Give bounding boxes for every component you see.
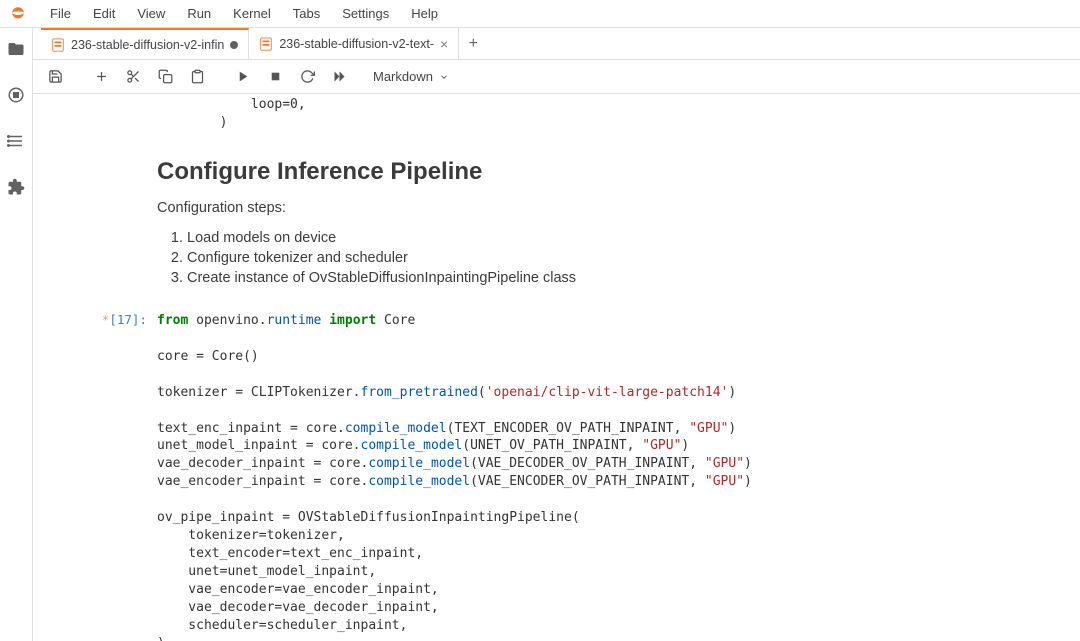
activity-bar	[0, 28, 33, 641]
unsaved-dot-icon	[230, 41, 238, 49]
menu-run[interactable]: Run	[177, 2, 221, 25]
copy-button[interactable]	[151, 64, 179, 90]
tab-bar: 236-stable-diffusion-v2-infin 236-stable…	[33, 28, 1080, 60]
toc-icon[interactable]	[7, 132, 25, 150]
menu-view[interactable]: View	[127, 2, 175, 25]
cell-type-label: Markdown	[373, 69, 433, 84]
content-area: 236-stable-diffusion-v2-infin 236-stable…	[33, 28, 1080, 641]
save-button[interactable]	[41, 64, 69, 90]
menu-help[interactable]: Help	[401, 2, 448, 25]
md-list: Load models on device Configure tokenize…	[187, 230, 1068, 286]
main-area: 236-stable-diffusion-v2-infin 236-stable…	[0, 28, 1080, 641]
list-item: Create instance of OvStableDiffusionInpa…	[187, 270, 1068, 286]
md-heading: Configure Inference Pipeline	[157, 158, 1068, 186]
menubar: File Edit View Run Kernel Tabs Settings …	[0, 0, 1080, 28]
menu-file[interactable]: File	[40, 2, 81, 25]
add-tab-button[interactable]: +	[459, 28, 487, 59]
tab-notebook-1[interactable]: 236-stable-diffusion-v2-infin	[41, 28, 249, 59]
run-button[interactable]	[229, 64, 257, 90]
running-icon[interactable]	[7, 86, 25, 104]
folder-icon[interactable]	[7, 40, 25, 58]
input-prompt: *[17]:	[33, 312, 157, 641]
restart-button[interactable]	[293, 64, 321, 90]
list-item: Configure tokenizer and scheduler	[187, 250, 1068, 266]
notebook-icon	[51, 38, 65, 52]
cut-button[interactable]	[119, 64, 147, 90]
tab-label: 236-stable-diffusion-v2-text-	[279, 37, 434, 51]
paste-button[interactable]	[183, 64, 211, 90]
insert-cell-button[interactable]	[87, 64, 115, 90]
markdown-cell[interactable]: Configure Inference Pipeline Configurati…	[33, 134, 1080, 292]
md-paragraph: Configuration steps:	[157, 200, 1068, 216]
menu-kernel[interactable]: Kernel	[223, 2, 281, 25]
menu-settings[interactable]: Settings	[332, 2, 399, 25]
notebook-icon	[259, 37, 273, 51]
tab-label: 236-stable-diffusion-v2-infin	[71, 38, 224, 52]
chevron-down-icon	[439, 72, 449, 82]
code-content[interactable]: loop=0, )	[157, 96, 1068, 132]
tab-notebook-2[interactable]: 236-stable-diffusion-v2-text- ×	[249, 28, 459, 59]
notebook-toolbar: Markdown	[33, 60, 1080, 94]
menu-edit[interactable]: Edit	[83, 2, 125, 25]
code-content[interactable]: from openvino.runtime import Core core =…	[157, 312, 1068, 641]
notebook-panel[interactable]: loop=0, ) Configure Inference Pipeline C…	[33, 94, 1080, 641]
cell-type-select[interactable]: Markdown	[365, 66, 457, 87]
jupyter-logo-icon[interactable]	[8, 4, 28, 24]
close-icon[interactable]: ×	[440, 37, 448, 51]
code-cell[interactable]: *[17]: from openvino.runtime import Core…	[33, 310, 1080, 641]
interrupt-button[interactable]	[261, 64, 289, 90]
code-cell-fragment: loop=0, )	[33, 94, 1080, 134]
restart-run-all-button[interactable]	[325, 64, 353, 90]
menu-tabs[interactable]: Tabs	[283, 2, 330, 25]
list-item: Load models on device	[187, 230, 1068, 246]
extension-icon[interactable]	[7, 178, 25, 196]
